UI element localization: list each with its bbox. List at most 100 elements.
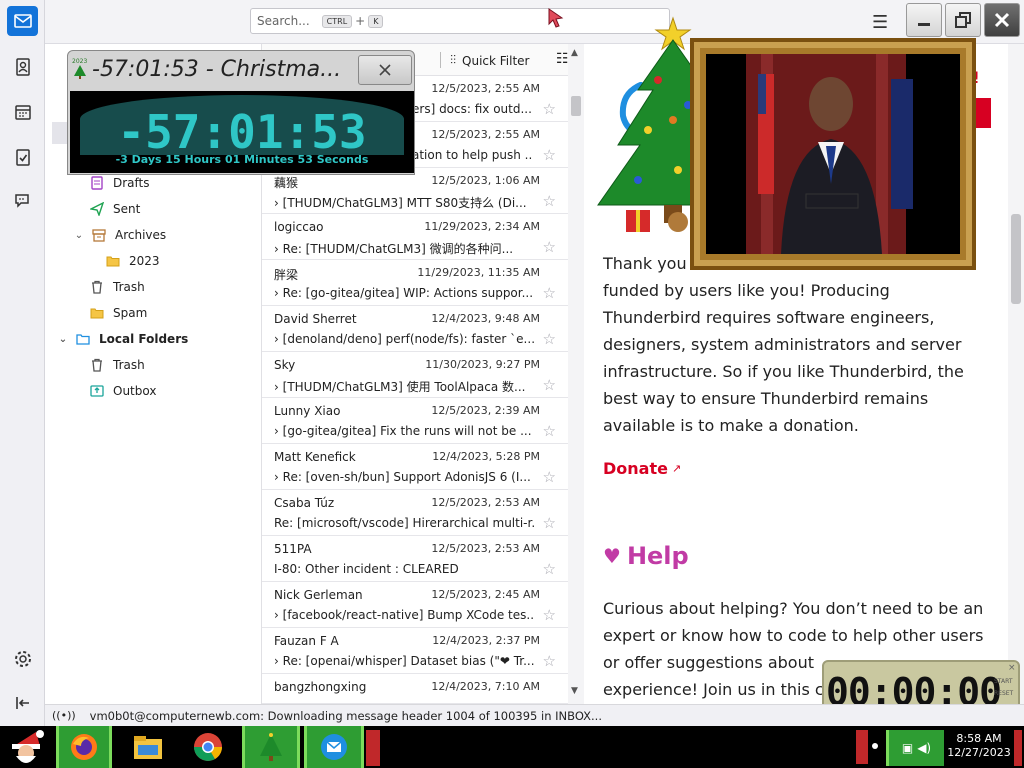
list-options-icon[interactable]: ☷ bbox=[556, 51, 569, 67]
settings-gear-icon[interactable] bbox=[7, 644, 38, 674]
star-icon[interactable]: ☆ bbox=[543, 468, 556, 486]
thread-chevron-icon[interactable]: › bbox=[274, 424, 279, 438]
folder-label: 2023 bbox=[129, 254, 160, 268]
list-item[interactable]: David Sherret 12/4/2023, 9:48 AM › [deno… bbox=[262, 306, 568, 352]
star-icon[interactable]: ☆ bbox=[543, 146, 556, 164]
taskbar-file-explorer[interactable] bbox=[126, 726, 170, 768]
star-icon[interactable]: ☆ bbox=[543, 560, 556, 578]
chevron-down-icon[interactable]: ⌄ bbox=[73, 230, 85, 241]
star-icon[interactable]: ☆ bbox=[543, 606, 556, 624]
archive-icon bbox=[91, 227, 107, 243]
folder-sent[interactable]: Sent bbox=[89, 197, 140, 221]
list-item[interactable]: bangzhongxing 12/4/2023, 7:10 AM bbox=[262, 674, 568, 704]
stopwatch-reset[interactable]: RESET bbox=[994, 690, 1013, 697]
star-icon[interactable]: ☆ bbox=[543, 514, 556, 532]
star-icon[interactable]: ☆ bbox=[543, 284, 556, 302]
list-item[interactable]: Sky 11/30/2023, 9:27 PM › [THUDM/ChatGLM… bbox=[262, 352, 568, 398]
network-icon[interactable]: ▣ bbox=[902, 741, 913, 755]
folder-spam[interactable]: Spam bbox=[89, 301, 147, 325]
message-subject: › [go-gitea/gitea] Fix the runs will not… bbox=[274, 424, 532, 438]
thread-chevron-icon[interactable]: › bbox=[274, 242, 279, 256]
portrait-frame[interactable] bbox=[690, 38, 976, 270]
spaces-toolbar bbox=[0, 0, 45, 726]
activity-icon[interactable]: ((•)) bbox=[52, 709, 76, 722]
volume-icon[interactable]: ◀) bbox=[917, 741, 931, 755]
quick-filter-button[interactable]: ⫶⫶ Quick Filter bbox=[450, 53, 529, 68]
list-item[interactable]: Lunny Xiao 12/5/2023, 2:39 AM › [go-gite… bbox=[262, 398, 568, 444]
thread-chevron-icon[interactable]: › bbox=[274, 470, 279, 484]
star-icon[interactable]: ☆ bbox=[543, 330, 556, 348]
scroll-down-icon[interactable]: ▼ bbox=[571, 686, 578, 696]
message-date: 11/29/2023, 2:34 AM bbox=[424, 220, 540, 233]
portrait-image bbox=[706, 54, 960, 254]
message-subject: ers] docs: fix outd... bbox=[412, 102, 532, 116]
list-item[interactable]: 胖梁 11/29/2023, 11:35 AM › Re: [go-gitea/… bbox=[262, 260, 568, 306]
taskbar-clock[interactable]: 8:58 AM 12/27/2023 bbox=[946, 732, 1012, 760]
folder-trash[interactable]: Trash bbox=[89, 275, 145, 299]
thread-chevron-icon[interactable]: › bbox=[274, 286, 279, 300]
firefox-icon bbox=[71, 734, 97, 760]
folder-label: Drafts bbox=[113, 176, 150, 190]
show-desktop-button[interactable] bbox=[1014, 730, 1022, 766]
list-item[interactable]: logiccao 11/29/2023, 2:34 AM › Re: [THUD… bbox=[262, 214, 568, 260]
list-item[interactable]: Fauzan F A 12/4/2023, 2:37 PM › Re: [ope… bbox=[262, 628, 568, 674]
folder-local-trash[interactable]: Trash bbox=[89, 353, 145, 377]
scroll-up-icon[interactable]: ▲ bbox=[571, 48, 578, 58]
message-date: 11/30/2023, 9:27 PM bbox=[425, 358, 540, 371]
minimize-button[interactable] bbox=[906, 3, 942, 37]
taskbar-red-marker bbox=[856, 730, 868, 764]
tasks-icon[interactable] bbox=[7, 142, 38, 172]
system-tray[interactable]: ▣ ◀) bbox=[886, 730, 944, 766]
star-icon[interactable]: ☆ bbox=[543, 652, 556, 670]
folder-2023[interactable]: 2023 bbox=[105, 249, 160, 273]
star-icon[interactable]: ☆ bbox=[543, 422, 556, 440]
donation-text-start: Thank you bbox=[603, 254, 687, 273]
folder-local-folders[interactable]: ⌄ Local Folders bbox=[57, 327, 188, 351]
countdown-title: -57:01:53 - Christma... bbox=[92, 57, 342, 82]
taskbar-thunderbird[interactable] bbox=[304, 726, 364, 768]
close-button[interactable] bbox=[984, 3, 1020, 37]
taskbar-firefox[interactable] bbox=[56, 726, 112, 768]
star-icon[interactable]: ☆ bbox=[543, 376, 556, 394]
folder-icon bbox=[134, 736, 162, 759]
message-date: 11/29/2023, 11:35 AM bbox=[417, 266, 540, 279]
list-item[interactable]: Csaba Túz 12/5/2023, 2:53 AM Re: [micros… bbox=[262, 490, 568, 536]
folder-archives[interactable]: ⌄ Archives bbox=[73, 223, 166, 247]
message-subject: › Re: [oven-sh/bun] Support AdonisJS 6 (… bbox=[274, 470, 531, 484]
folder-label: Spam bbox=[113, 306, 148, 320]
content-scrollbar[interactable] bbox=[1008, 44, 1024, 704]
thread-chevron-icon[interactable]: › bbox=[274, 332, 279, 346]
message-date: 12/5/2023, 2:55 AM bbox=[431, 128, 540, 141]
countdown-close-button[interactable] bbox=[358, 55, 412, 85]
start-button-santa-icon[interactable] bbox=[4, 726, 48, 768]
list-item[interactable]: 511PA 12/5/2023, 2:53 AM I-80: Other inc… bbox=[262, 536, 568, 582]
chat-icon[interactable] bbox=[7, 186, 38, 216]
folder-label: Local Folders bbox=[99, 332, 189, 346]
app-menu-icon[interactable]: ☰ bbox=[872, 12, 888, 33]
star-icon[interactable]: ☆ bbox=[543, 100, 556, 118]
countdown-window[interactable]: 2023 -57:01:53 - Christma... -57:01:53 -… bbox=[67, 50, 415, 175]
stopwatch-start[interactable]: START bbox=[994, 678, 1013, 685]
stopwatch-close-icon[interactable]: × bbox=[1008, 663, 1016, 673]
address-book-icon[interactable] bbox=[7, 52, 38, 82]
chevron-down-icon[interactable]: ⌄ bbox=[57, 334, 69, 345]
thread-chevron-icon[interactable]: › bbox=[274, 380, 279, 394]
thread-chevron-icon[interactable]: › bbox=[274, 654, 279, 668]
message-sender: Lunny Xiao bbox=[274, 404, 341, 418]
collapse-sidebar-icon[interactable] bbox=[7, 688, 38, 718]
list-item[interactable]: Nick Gerleman 12/5/2023, 2:45 AM › [face… bbox=[262, 582, 568, 628]
folder-outbox[interactable]: Outbox bbox=[89, 379, 156, 403]
message-subject: › [THUDM/ChatGLM3] 使用 ToolAlpaca 数... bbox=[274, 380, 526, 394]
scrollbar-thumb[interactable] bbox=[1011, 214, 1021, 304]
star-icon[interactable]: ☆ bbox=[543, 238, 556, 256]
donate-link[interactable]: Donate ↗ bbox=[603, 459, 681, 478]
thread-chevron-icon[interactable]: › bbox=[274, 196, 279, 210]
star-icon[interactable]: ☆ bbox=[543, 192, 556, 210]
taskbar-chrome[interactable] bbox=[186, 726, 230, 768]
list-item[interactable]: Matt Kenefick 12/4/2023, 5:28 PM › Re: [… bbox=[262, 444, 568, 490]
restore-button[interactable] bbox=[945, 3, 981, 37]
taskbar-christmas-tree[interactable] bbox=[242, 726, 300, 768]
mail-icon[interactable] bbox=[7, 6, 38, 36]
thread-chevron-icon[interactable]: › bbox=[274, 608, 279, 622]
calendar-icon[interactable] bbox=[7, 97, 38, 127]
